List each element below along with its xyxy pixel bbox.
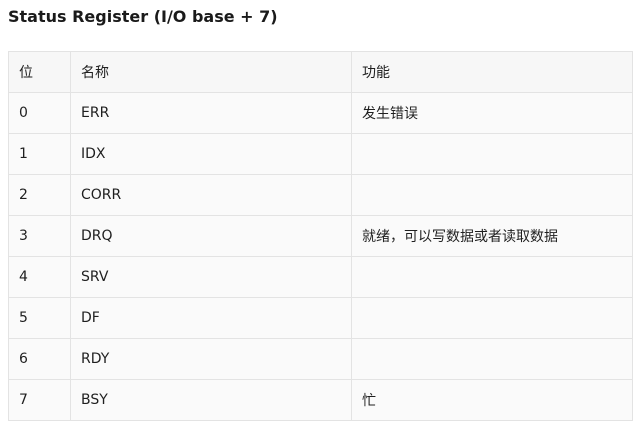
cell-name: IDX [70, 133, 352, 175]
cell-function: 忙 [351, 379, 633, 421]
cell-function [351, 133, 633, 175]
section-title: Status Register (I/O base + 7) [8, 7, 278, 26]
cell-bit: 1 [8, 133, 71, 175]
cell-bit: 4 [8, 256, 71, 298]
cell-bit: 3 [8, 215, 71, 257]
status-register-table: 位 名称 功能 0 ERR 发生错误 1 IDX 2 CORR 3 DRQ 就绪… [8, 51, 633, 421]
cell-name: ERR [70, 92, 352, 134]
cell-bit: 2 [8, 174, 71, 216]
cell-function [351, 338, 633, 380]
cell-function: 发生错误 [351, 92, 633, 134]
cell-function [351, 256, 633, 298]
cell-name: CORR [70, 174, 352, 216]
table-row: 0 ERR 发生错误 [8, 92, 633, 134]
table-row: 6 RDY [8, 338, 633, 380]
header-name: 名称 [70, 51, 352, 93]
table-row: 5 DF [8, 297, 633, 339]
cell-function [351, 297, 633, 339]
cell-bit: 0 [8, 92, 71, 134]
table-row: 3 DRQ 就绪，可以写数据或者读取数据 [8, 215, 633, 257]
table-row: 7 BSY 忙 [8, 379, 633, 421]
cell-bit: 6 [8, 338, 71, 380]
page: Status Register (I/O base + 7) 位 名称 功能 0… [0, 0, 640, 435]
cell-bit: 5 [8, 297, 71, 339]
header-bit: 位 [8, 51, 71, 93]
cell-name: SRV [70, 256, 352, 298]
cell-name: DF [70, 297, 352, 339]
table-row: 2 CORR [8, 174, 633, 216]
table-row: 1 IDX [8, 133, 633, 175]
cell-bit: 7 [8, 379, 71, 421]
cell-function: 就绪，可以写数据或者读取数据 [351, 215, 633, 257]
cell-name: BSY [70, 379, 352, 421]
header-function: 功能 [351, 51, 633, 93]
cell-name: DRQ [70, 215, 352, 257]
table-header-row: 位 名称 功能 [8, 51, 633, 93]
table-row: 4 SRV [8, 256, 633, 298]
cell-name: RDY [70, 338, 352, 380]
cell-function [351, 174, 633, 216]
